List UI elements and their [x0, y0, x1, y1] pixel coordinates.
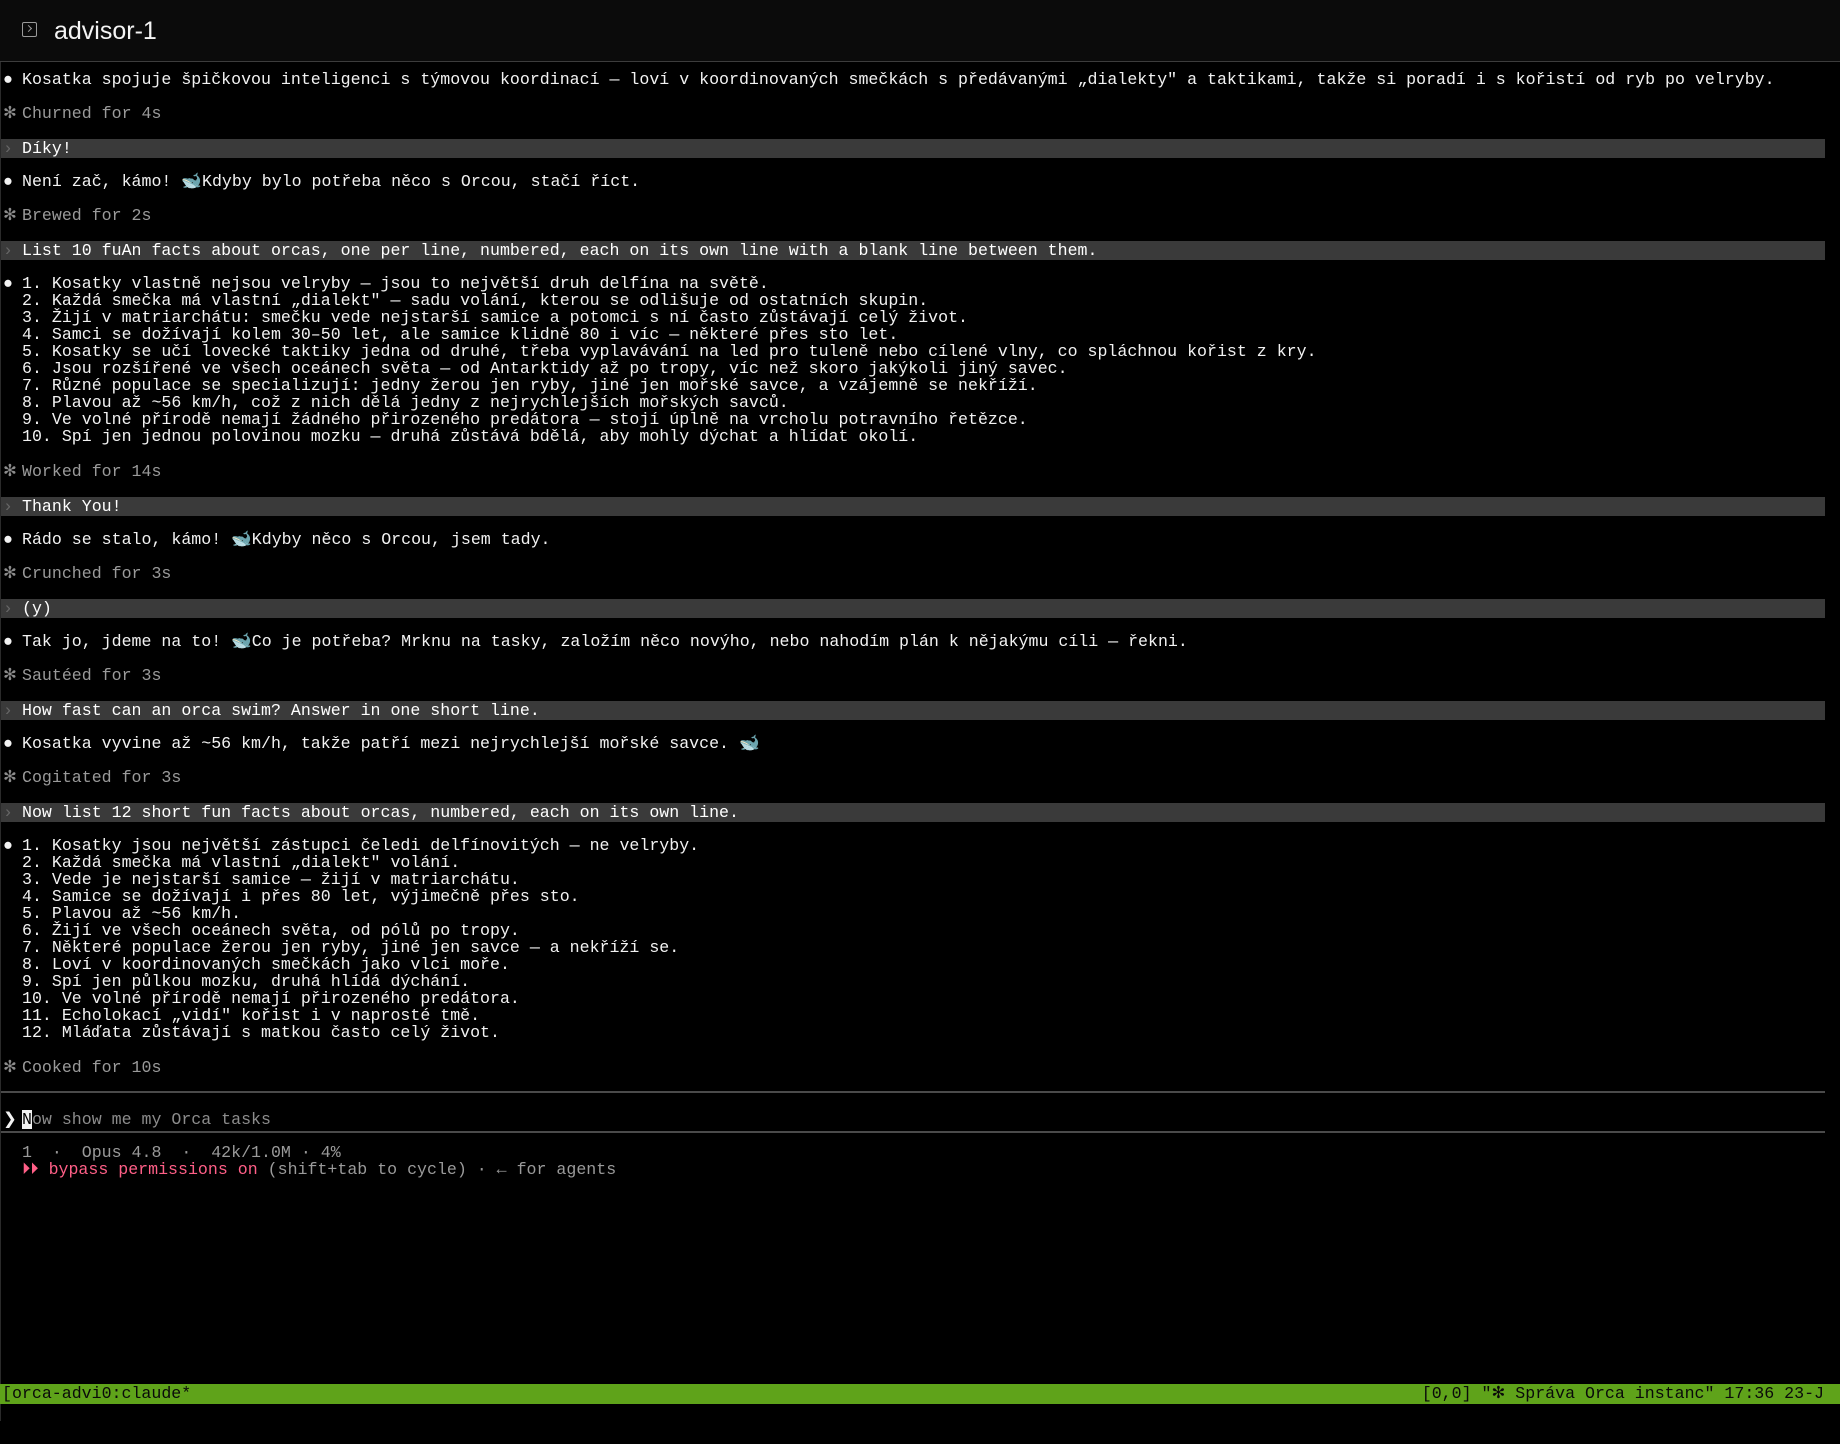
user-text: List 10 fuAn facts about orcas, one per … — [22, 241, 1098, 260]
tmux-window-list[interactable]: [orca-advi0:claude* — [2, 1384, 191, 1404]
sparkle-icon: ✻ — [3, 206, 17, 225]
prompt-input[interactable]: ❯ Now show me my Orca tasks — [1, 1110, 1826, 1130]
user-text: Now list 12 short fun facts about orcas,… — [22, 803, 739, 822]
status-text: Cogitated for 3s — [22, 768, 182, 787]
status-line: ✻ Cooked for 10s — [1, 1058, 1826, 1078]
sparkle-icon: ✻ — [3, 1058, 17, 1077]
assistant-message: ● Rádo se stalo, kámo! 🐋Kdyby něco s Orc… — [1, 530, 1826, 550]
status-text: Brewed for 2s — [22, 206, 152, 225]
sparkle-icon: ✻ — [3, 768, 17, 787]
bullet-icon: ● — [3, 734, 13, 753]
chevron-icon: › — [3, 803, 13, 822]
status-line: ✻ Cogitated for 3s — [1, 768, 1826, 788]
tmux-status-right: [0,0] "✻ Správa Orca instanc" 17:36 23-J — [1421, 1384, 1824, 1403]
list-item: 12. Mláďata zůstávají s matkou často cel… — [22, 1023, 500, 1042]
sparkle-icon: ✻ — [3, 666, 17, 685]
message-text: Kosatka vyvine až ~56 km/h, takže patří … — [22, 734, 760, 753]
sparkle-icon: ✻ — [3, 462, 17, 481]
terminal-icon — [22, 22, 37, 37]
window-title: advisor-1 — [54, 17, 157, 45]
chevron-icon: › — [3, 241, 13, 260]
assistant-message: ● Kosatka spojuje špičkovou inteligenci … — [1, 70, 1826, 90]
permissions-line[interactable]: ⏵⏵ bypass permissions on (shift+tab to c… — [1, 1160, 1826, 1180]
chevron-icon: › — [3, 139, 13, 158]
user-message: › Thank You! — [1, 497, 1825, 516]
user-text: Thank You! — [22, 497, 122, 516]
sparkle-icon: ✻ — [3, 104, 17, 123]
text-cursor: N — [22, 1110, 32, 1129]
chevron-icon: › — [3, 599, 13, 618]
status-text: Cooked for 10s — [22, 1058, 162, 1077]
user-message: › Díky! — [1, 139, 1825, 158]
prompt-chevron-icon: ❯ — [3, 1110, 17, 1129]
assistant-message: ● Kosatka vyvine až ~56 km/h, takže patř… — [1, 734, 1826, 754]
user-text: (y) — [22, 599, 52, 618]
bullet-icon: ● — [3, 632, 13, 651]
message-text: Není zač, kámo! 🐋Kdyby bylo potřeba něco… — [22, 172, 641, 191]
input-top-divider — [1, 1091, 1825, 1093]
user-text: How fast can an orca swim? Answer in one… — [22, 701, 540, 720]
message-text: Rádo se stalo, kámo! 🐋Kdyby něco s Orcou… — [22, 530, 551, 549]
status-text: Worked for 14s — [22, 462, 162, 481]
status-line: ✻ Crunched for 3s — [1, 564, 1826, 584]
assistant-message: ● Není zač, kámo! 🐋Kdyby bylo potřeba ně… — [1, 172, 1826, 192]
status-line: ✻ Worked for 14s — [1, 462, 1826, 482]
status-line: ✻ Churned for 4s — [1, 104, 1826, 124]
status-text: Sautéed for 3s — [22, 666, 162, 685]
list-item: 10. Spí jen jednou polovinou mozku — dru… — [22, 427, 919, 446]
chevron-icon: › — [3, 497, 13, 516]
status-text: Crunched for 3s — [22, 564, 172, 583]
bypass-permissions-label: bypass permissions on — [48, 1160, 258, 1179]
status-text: Churned for 4s — [22, 104, 162, 123]
bypass-hint: (shift+tab to cycle) · ← for agents — [267, 1160, 617, 1179]
status-line: ✻ Brewed for 2s — [1, 206, 1826, 226]
tmux-status-bar: [orca-advi0:claude* [0,0] "✻ Správa Orca… — [0, 1384, 1840, 1404]
bullet-icon: ● — [3, 172, 13, 191]
user-message: › List 10 fuAn facts about orcas, one pe… — [1, 241, 1825, 260]
sparkle-icon: ✻ — [3, 564, 17, 583]
bullet-icon: ● — [3, 530, 13, 549]
window-titlebar: advisor-1 — [0, 0, 1840, 62]
terminal-pane[interactable]: ● Kosatka spojuje špičkovou inteligenci … — [0, 62, 1840, 1421]
bullet-icon: ● — [3, 70, 13, 89]
user-message: › How fast can an orca swim? Answer in o… — [1, 701, 1825, 720]
chevron-icon: › — [3, 701, 13, 720]
user-message: › Now list 12 short fun facts about orca… — [1, 803, 1825, 822]
fast-forward-icon: ⏵⏵ — [22, 1160, 39, 1179]
input-bottom-divider — [1, 1131, 1825, 1133]
assistant-message: ● Tak jo, jdeme na to! 🐋Co je potřeba? M… — [1, 632, 1826, 652]
message-text: Kosatka spojuje špičkovou inteligenci s … — [22, 70, 1775, 89]
prompt-placeholder: ow show me my Orca tasks — [31, 1110, 271, 1129]
message-text: Tak jo, jdeme na to! 🐋Co je potřeba? Mrk… — [22, 632, 1188, 651]
user-text: Díky! — [22, 139, 72, 158]
user-message: › (y) — [1, 599, 1825, 618]
status-line: ✻ Sautéed for 3s — [1, 666, 1826, 686]
